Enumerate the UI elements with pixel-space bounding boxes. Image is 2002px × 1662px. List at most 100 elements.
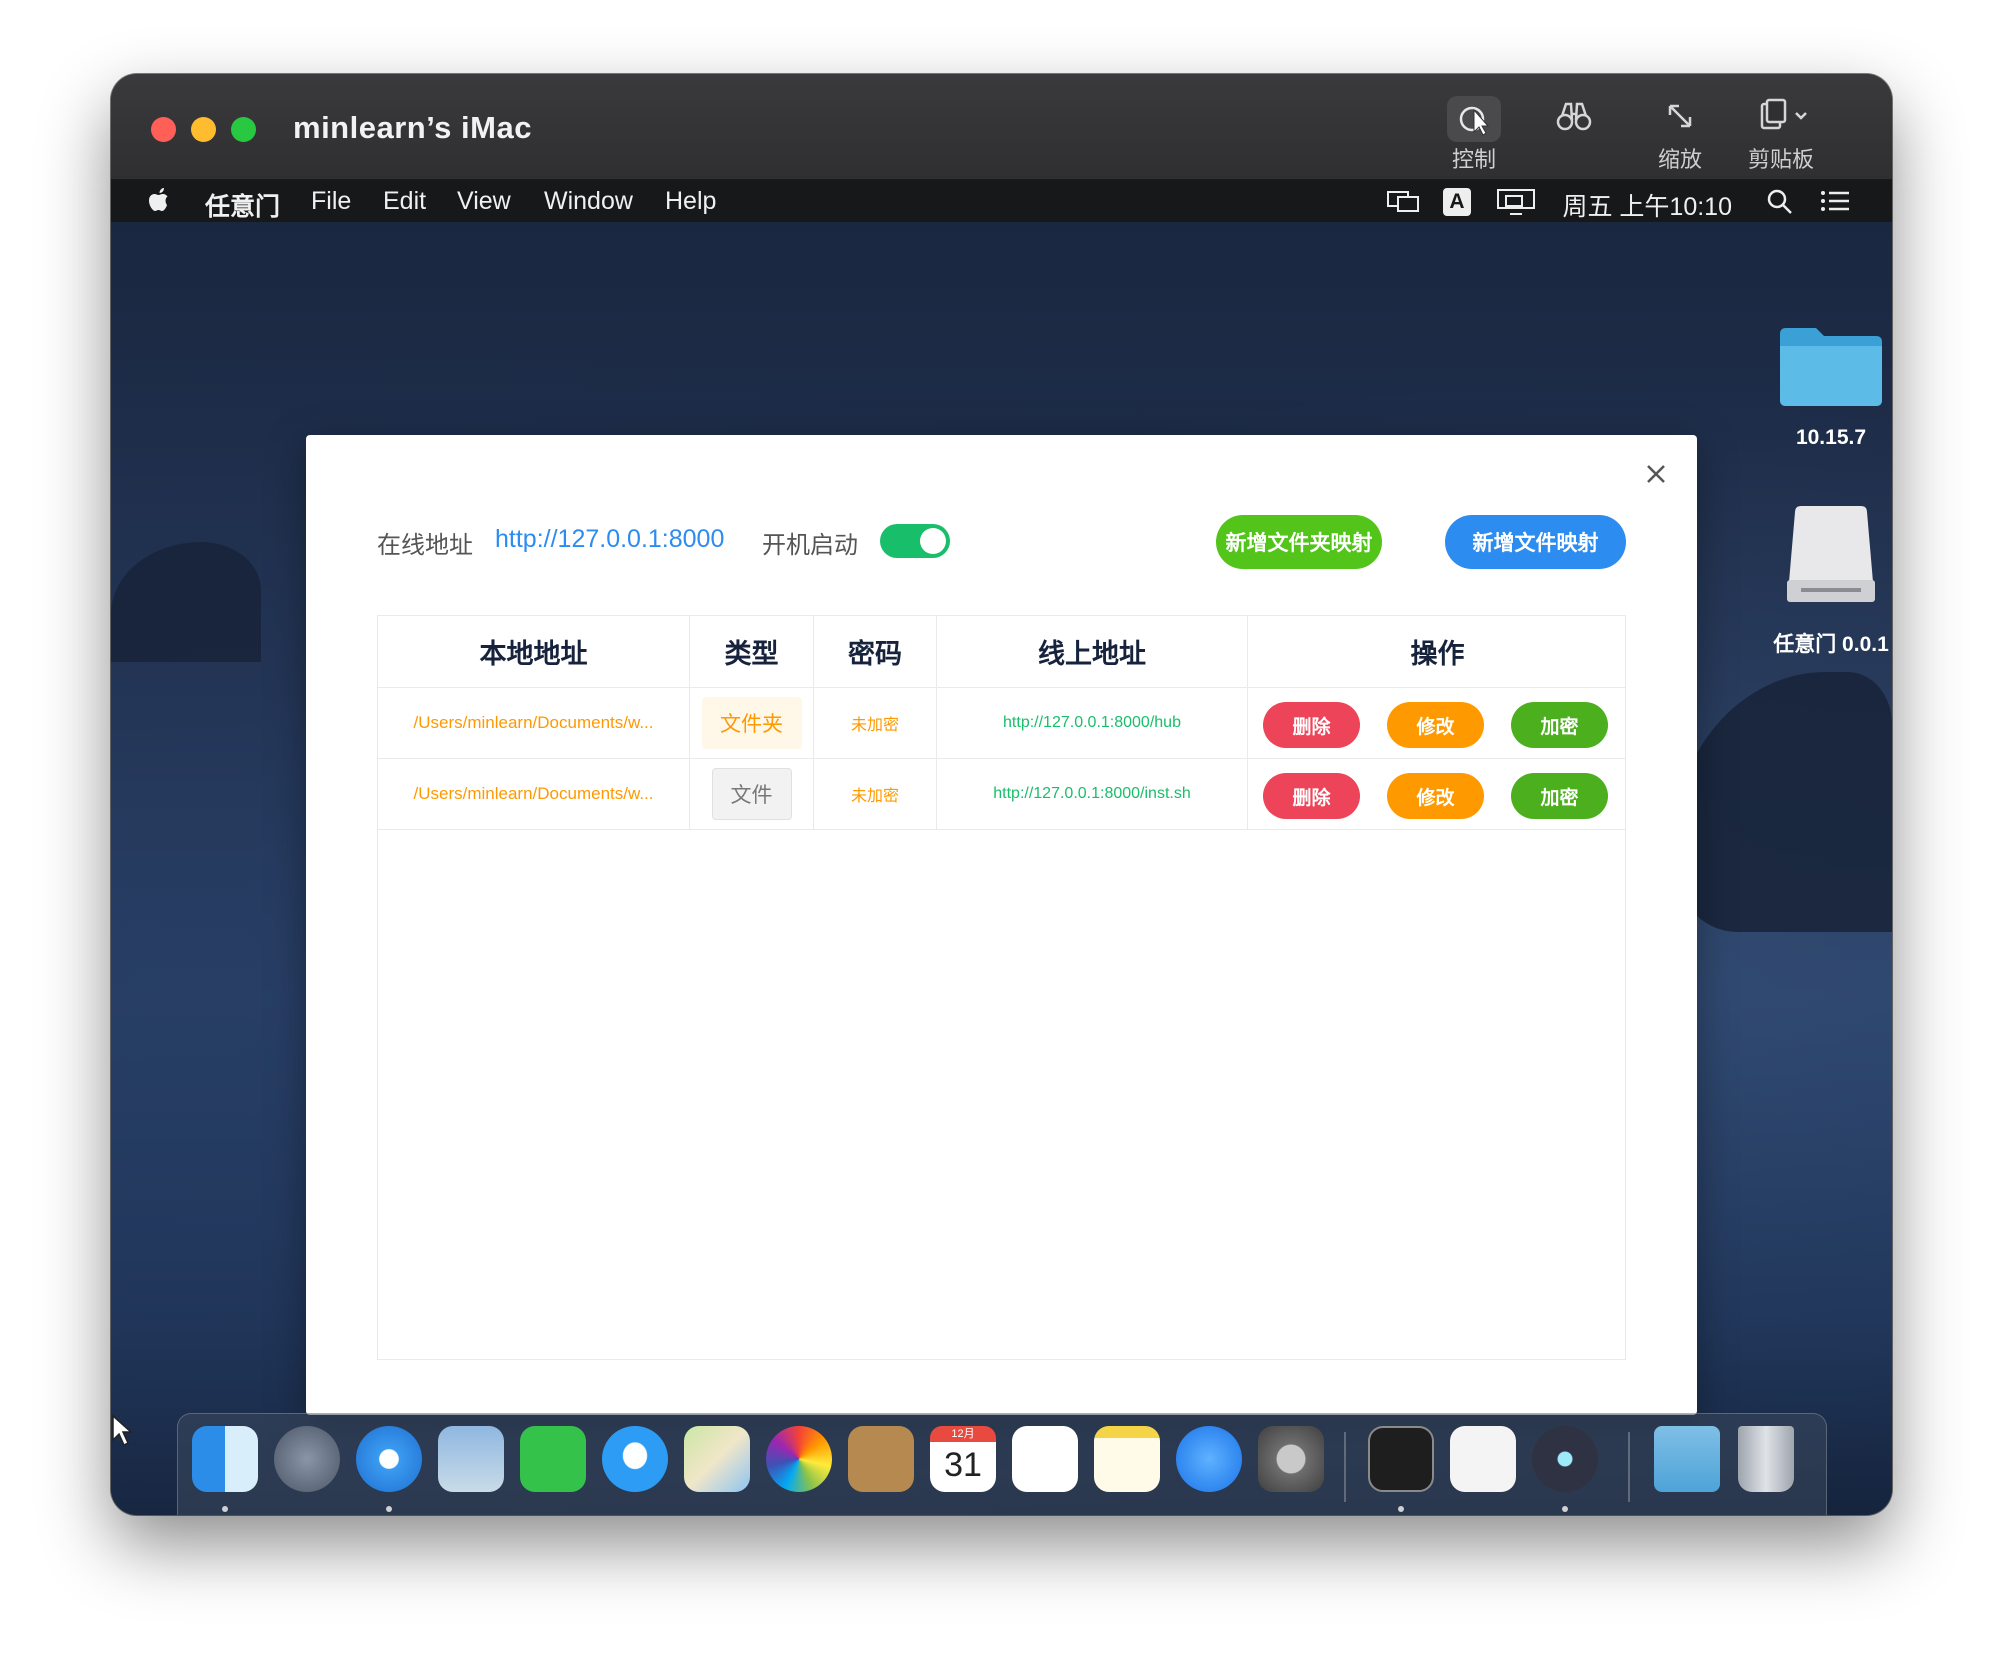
- password-cell: 未加密: [814, 688, 937, 758]
- close-dialog-icon[interactable]: [1641, 459, 1671, 489]
- control-tool-label: 控制: [1451, 147, 1496, 172]
- apple-menu-icon[interactable]: [146, 184, 172, 221]
- table-row: /Users/minlearn/Documents/w... 文件 未加密 ht…: [378, 759, 1625, 830]
- delete-button[interactable]: 删除: [1263, 702, 1360, 748]
- window-title: minlearn’s iMac: [293, 110, 532, 145]
- maximize-window-button[interactable]: [231, 117, 256, 142]
- finder-icon[interactable]: [192, 1426, 258, 1492]
- photos-icon[interactable]: [766, 1426, 832, 1492]
- input-method-icon[interactable]: A: [1443, 186, 1471, 216]
- actions-cell: 删除 修改 加密: [1248, 688, 1627, 758]
- terminal-icon[interactable]: [1368, 1426, 1434, 1492]
- desktop-disk-item[interactable]: 任意门 0.0.1: [1751, 502, 1892, 658]
- menu-app-name[interactable]: 任意门: [205, 187, 280, 223]
- mapping-table: 本地地址 类型 密码 线上地址 操作 /Users/minlearn/Docum…: [377, 615, 1626, 1360]
- app-store-icon[interactable]: [1176, 1426, 1242, 1492]
- notification-center-icon[interactable]: [1819, 188, 1851, 221]
- header-actions: 操作: [1410, 639, 1465, 669]
- online-address-link[interactable]: http://127.0.0.1:8000: [495, 525, 724, 554]
- facetime-icon[interactable]: [520, 1426, 586, 1492]
- macos-menu-bar: 任意门 File Edit View Window Help A 周五 上午10…: [111, 180, 1892, 222]
- desktop-disk-label: 任意门 0.0.1: [1773, 633, 1889, 656]
- edit-button[interactable]: 修改: [1387, 702, 1484, 748]
- dock-separator: [1628, 1432, 1630, 1502]
- binoculars-tool[interactable]: [1529, 96, 1619, 176]
- toggle-knob: [920, 528, 946, 554]
- desktop-folder-label: 10.15.7: [1795, 426, 1867, 449]
- calendar-month: 12月: [930, 1426, 996, 1442]
- dock-separator: [1344, 1432, 1346, 1502]
- launchpad-icon[interactable]: [274, 1426, 340, 1492]
- password-cell: 未加密: [814, 759, 937, 829]
- calendar-day: 31: [944, 1446, 982, 1484]
- maps-icon[interactable]: [684, 1426, 750, 1492]
- running-indicator: [386, 1506, 392, 1512]
- type-cell: 文件: [690, 759, 814, 829]
- notes-icon[interactable]: [1094, 1426, 1160, 1492]
- calendar-icon[interactable]: 12月 31: [930, 1426, 996, 1492]
- downloads-folder-icon[interactable]: [1654, 1426, 1720, 1492]
- table-row: /Users/minlearn/Documents/w... 文件夹 未加密 h…: [378, 688, 1625, 759]
- edit-button[interactable]: 修改: [1387, 773, 1484, 819]
- window-switch-icon[interactable]: [1386, 188, 1420, 221]
- input-method-letter: A: [1443, 188, 1471, 216]
- menu-clock[interactable]: 周五 上午10:10: [1562, 187, 1732, 223]
- mouse-pointer-icon: [111, 1414, 135, 1453]
- type-tag-file: 文件: [711, 768, 792, 820]
- zoom-tool[interactable]: 缩放: [1635, 96, 1725, 176]
- display-mirror-icon[interactable]: [1496, 188, 1536, 223]
- messages-icon[interactable]: [602, 1426, 668, 1492]
- textedit-icon[interactable]: [1450, 1426, 1516, 1492]
- control-tool[interactable]: 控制: [1429, 96, 1519, 176]
- mail-icon[interactable]: [438, 1426, 504, 1492]
- clipboard-icon: [1731, 96, 1831, 140]
- local-path-cell: /Users/minlearn/Documents/w...: [378, 759, 690, 829]
- add-folder-mapping-button[interactable]: 新增文件夹映射: [1216, 515, 1382, 569]
- folder-icon: [1780, 328, 1882, 406]
- add-file-mapping-button[interactable]: 新增文件映射: [1445, 515, 1626, 569]
- coastline-left: [111, 542, 261, 662]
- menu-window[interactable]: Window: [544, 187, 633, 216]
- encrypt-button[interactable]: 加密: [1511, 773, 1608, 819]
- menu-help[interactable]: Help: [665, 187, 716, 216]
- autostart-toggle[interactable]: [880, 524, 950, 558]
- autostart-label: 开机启动: [762, 532, 858, 559]
- contacts-icon[interactable]: [848, 1426, 914, 1492]
- close-window-button[interactable]: [151, 117, 176, 142]
- menu-file[interactable]: File: [311, 187, 351, 216]
- header-online-url: 线上地址: [937, 616, 1248, 687]
- online-url-cell[interactable]: http://127.0.0.1:8000/hub: [937, 688, 1248, 758]
- remote-desktop-window: minlearn’s iMac 控制 缩放 剪贴板 任意门 File Edit …: [111, 74, 1892, 1515]
- online-url-cell[interactable]: http://127.0.0.1:8000/inst.sh: [937, 759, 1248, 829]
- safari-icon[interactable]: [356, 1426, 422, 1492]
- dock: 12月 31: [177, 1413, 1827, 1515]
- local-path-cell: /Users/minlearn/Documents/w...: [378, 688, 690, 758]
- desktop: 10.15.7 任意门 0.0.1 在线地址 http://127.0.0.1:…: [111, 222, 1892, 1515]
- reminders-icon[interactable]: [1012, 1426, 1078, 1492]
- system-preferences-icon[interactable]: [1258, 1426, 1324, 1492]
- disk-icon: [1787, 506, 1875, 602]
- zoom-tool-label: 缩放: [1657, 147, 1702, 172]
- mapping-dialog: 在线地址 http://127.0.0.1:8000 开机启动 新增文件夹映射 …: [306, 435, 1697, 1415]
- delete-button[interactable]: 删除: [1263, 773, 1360, 819]
- header-password: 密码: [814, 616, 937, 687]
- minimize-window-button[interactable]: [191, 117, 216, 142]
- menu-edit[interactable]: Edit: [383, 187, 426, 216]
- type-cell: 文件夹: [690, 688, 814, 758]
- clipboard-tool[interactable]: 剪贴板: [1731, 96, 1831, 176]
- cursor-control-icon: [1447, 96, 1501, 142]
- header-type: 类型: [690, 616, 814, 687]
- running-indicator: [1562, 1506, 1568, 1512]
- spotlight-search-icon[interactable]: [1766, 188, 1794, 223]
- coastline-right: [1671, 672, 1892, 932]
- trash-icon[interactable]: [1738, 1426, 1794, 1492]
- running-indicator: [1398, 1506, 1404, 1512]
- window-titlebar: minlearn’s iMac 控制 缩放 剪贴板: [111, 74, 1892, 180]
- menu-view[interactable]: View: [457, 187, 511, 216]
- electron-icon[interactable]: [1532, 1426, 1598, 1492]
- table-header-row: 本地地址 类型 密码 线上地址 操作: [378, 616, 1625, 688]
- binoculars-icon: [1529, 96, 1619, 140]
- clipboard-tool-label: 剪贴板: [1747, 147, 1814, 172]
- desktop-folder-item[interactable]: 10.15.7: [1751, 320, 1892, 450]
- encrypt-button[interactable]: 加密: [1511, 702, 1608, 748]
